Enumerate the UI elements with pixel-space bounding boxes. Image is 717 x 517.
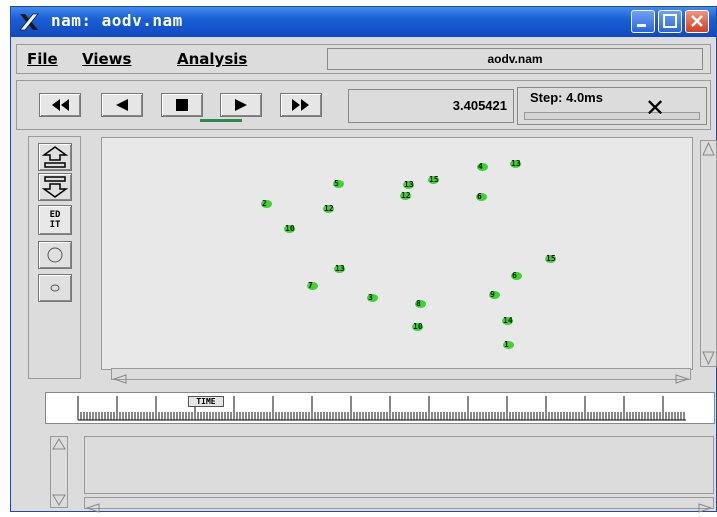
nam-window: nam: aodv.nam File Views Analysis aodv.n… xyxy=(10,6,717,513)
annotation-vertical-scrollbar[interactable] xyxy=(50,436,68,508)
rewind-button[interactable] xyxy=(101,93,143,117)
node-label: 14 xyxy=(503,316,513,325)
playback-toolbar: 3.405421 Step: 4.0ms ✕ xyxy=(16,80,711,130)
step-slider[interactable] xyxy=(524,112,700,120)
node-label: 7 xyxy=(308,281,313,290)
edit-button[interactable]: ED IT xyxy=(38,205,72,235)
annotation-panel[interactable] xyxy=(84,436,714,494)
fast-forward-button[interactable] xyxy=(280,93,322,117)
maximize-button[interactable] xyxy=(658,10,682,33)
node-label: 2 xyxy=(262,199,267,208)
node-label: 10 xyxy=(413,322,423,331)
step-label: Step: 4.0ms xyxy=(530,90,603,105)
zoom-in-button[interactable] xyxy=(38,143,72,171)
play-button[interactable] xyxy=(220,93,262,117)
play-active-indicator xyxy=(200,119,242,122)
menu-analysis-label: Analysis xyxy=(177,50,248,68)
menu-file[interactable]: File xyxy=(27,50,58,68)
node-label: 13 xyxy=(335,264,345,273)
time-slider[interactable]: TIME xyxy=(45,392,715,424)
node-label: 12 xyxy=(401,191,411,200)
step-control: Step: 4.0ms ✕ xyxy=(517,87,707,125)
stop-button[interactable] xyxy=(161,93,203,117)
maximize-icon xyxy=(663,14,677,28)
zoom-in-icon xyxy=(41,146,69,168)
node-label: 15 xyxy=(546,254,556,263)
current-time-display: 3.405421 xyxy=(348,89,514,123)
time-slider-marker[interactable]: TIME xyxy=(188,396,224,407)
node-label: 5 xyxy=(334,179,339,188)
node-label: 6 xyxy=(512,271,517,280)
close-button[interactable] xyxy=(685,10,709,33)
canvas-vertical-scrollbar[interactable] xyxy=(700,140,717,367)
time-ruler xyxy=(77,396,686,421)
fast-rewind-icon xyxy=(52,99,69,111)
annotation-horizontal-scrollbar[interactable] xyxy=(84,497,714,513)
menu-analysis[interactable]: Analysis xyxy=(177,50,247,68)
zoom-out-button[interactable] xyxy=(38,173,72,201)
node-label: 9 xyxy=(490,290,495,299)
x-logo-icon xyxy=(19,13,39,31)
title-bar[interactable]: nam: aodv.nam xyxy=(11,7,716,37)
trace-filename: aodv.nam xyxy=(327,48,703,70)
node-label: 8 xyxy=(416,299,421,308)
stop-icon xyxy=(176,99,188,111)
menu-views[interactable]: Views xyxy=(82,50,131,68)
large-node-button[interactable] xyxy=(38,241,72,269)
node-label: 3 xyxy=(368,293,373,302)
node-label: 4 xyxy=(478,162,483,171)
menu-views-label: Views xyxy=(82,50,132,68)
network-canvas[interactable]: 2 5 12 10 13 12 15 4 13 6 13 7 3 8 10 9 6 15 14 1 xyxy=(101,137,693,370)
node-label: 10 xyxy=(285,224,295,233)
fast-forward-icon xyxy=(292,99,309,111)
annot-vscroll-arrows-icon xyxy=(52,438,66,506)
node-label: 1 xyxy=(504,340,509,349)
small-circle-icon xyxy=(50,284,60,292)
hscroll-arrows-icon xyxy=(112,374,690,384)
time-marker-label: TIME xyxy=(196,397,216,406)
fast-rewind-button[interactable] xyxy=(39,93,81,117)
window-title: nam: aodv.nam xyxy=(51,11,183,30)
node-label: 15 xyxy=(429,175,439,184)
node-label: 12 xyxy=(324,204,334,213)
vscroll-arrows-icon xyxy=(702,141,715,366)
zoom-out-icon xyxy=(41,176,69,198)
node-label: 13 xyxy=(511,159,521,168)
play-icon xyxy=(235,99,247,111)
edit-label-top: ED xyxy=(49,210,61,220)
minimize-button[interactable] xyxy=(631,10,655,33)
menu-bar: File Views Analysis aodv.nam xyxy=(16,44,711,74)
small-node-button[interactable] xyxy=(38,274,72,302)
edit-tool-column: ED IT xyxy=(28,136,81,379)
close-icon xyxy=(691,15,703,27)
annot-hscroll-arrows-icon xyxy=(85,503,713,513)
node-label: 6 xyxy=(477,192,482,201)
rewind-icon xyxy=(116,99,128,111)
node-label: 13 xyxy=(404,180,414,189)
menu-file-label: File xyxy=(27,50,58,68)
step-slider-handle-icon[interactable]: ✕ xyxy=(645,96,665,120)
canvas-horizontal-scrollbar[interactable] xyxy=(111,368,691,384)
edit-label-bottom: IT xyxy=(49,220,61,230)
large-circle-icon xyxy=(47,247,63,263)
minimize-icon xyxy=(637,24,646,27)
